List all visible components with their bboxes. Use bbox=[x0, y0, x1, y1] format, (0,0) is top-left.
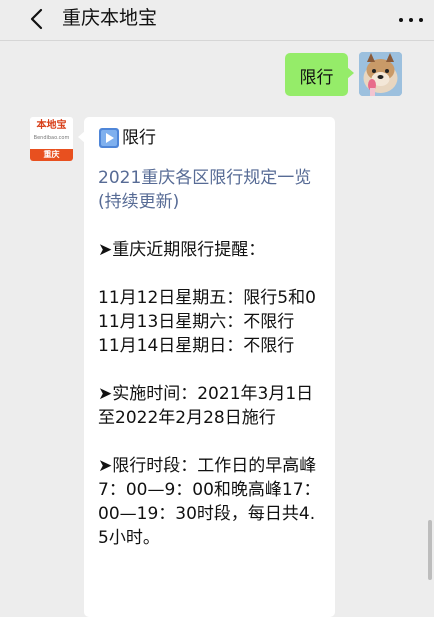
scrollbar-thumb[interactable] bbox=[428, 520, 432, 580]
avatar-city-label: 重庆 bbox=[30, 149, 73, 161]
avatar-logo-sub: Bendibao.com bbox=[33, 135, 70, 141]
user-avatar[interactable] bbox=[359, 52, 402, 96]
outgoing-message-text: 限行 bbox=[299, 68, 334, 88]
more-dots-icon bbox=[399, 18, 403, 22]
reminder-item: 11月14日星期日：不限行 bbox=[98, 336, 295, 356]
more-button[interactable] bbox=[396, 12, 426, 28]
period-text: ➤实施时间：2021年3月1日至2022年2月28日施行 bbox=[98, 384, 314, 428]
outgoing-message-bubble[interactable]: 限行 bbox=[285, 53, 354, 96]
message-header: 限行 bbox=[98, 126, 323, 150]
reminder-item: 11月13日星期六：不限行 bbox=[98, 312, 295, 332]
chat-title: 重庆本地宝 bbox=[62, 7, 158, 29]
incoming-message-bubble[interactable]: 限行 2021重庆各区限行规定一览(持续更新) ➤重庆近期限行提醒： 11月12… bbox=[78, 117, 335, 617]
bendibao-avatar[interactable]: 本地宝 Bendibao.com 重庆 bbox=[30, 117, 73, 161]
message-header-text: 限行 bbox=[122, 128, 156, 148]
top-bar: 重庆本地宝 bbox=[0, 0, 434, 41]
reminder-title: ➤重庆近期限行提醒： bbox=[98, 240, 266, 260]
avatar-logo-text: 本地宝 bbox=[36, 120, 67, 131]
play-square-icon bbox=[99, 128, 119, 148]
hours-text: ➤限行时段：工作日的早高峰7：00—9：00和晚高峰17：00—19：30时段，… bbox=[98, 456, 321, 548]
chevron-left-icon bbox=[30, 8, 43, 30]
reminder-item: 11月12日星期五：限行5和0 bbox=[98, 288, 316, 308]
back-button[interactable] bbox=[26, 5, 52, 33]
dog-avatar-image bbox=[359, 52, 402, 96]
rules-link[interactable]: 2021重庆各区限行规定一览(持续更新) bbox=[98, 166, 323, 214]
